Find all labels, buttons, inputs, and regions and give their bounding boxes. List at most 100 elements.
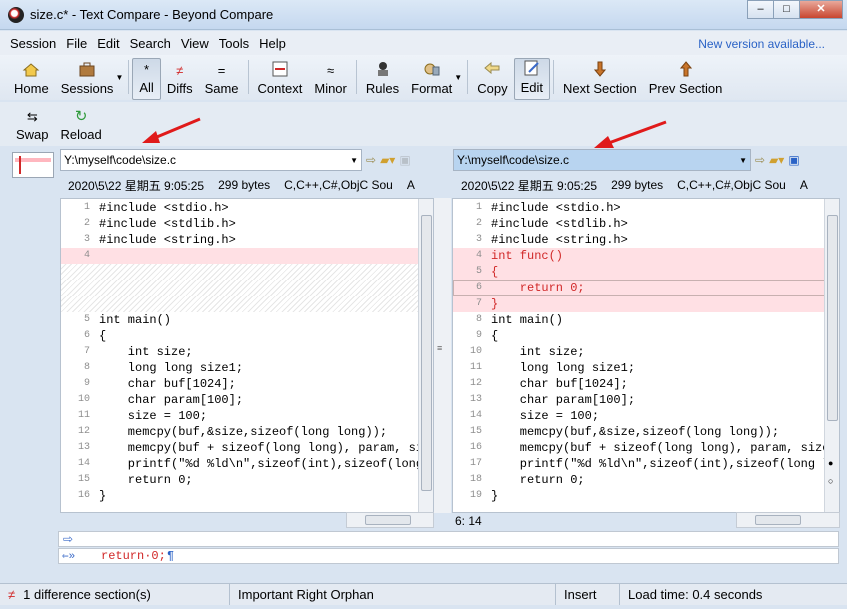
right-horizontal-scrollbar[interactable] [736, 512, 840, 528]
code-line: 1 #include <stdio.h> [83, 201, 229, 215]
code-line: 12 char buf[1024]; [469, 377, 628, 391]
code-line: 12 memcpy(buf,&size,sizeof(long long)); [77, 425, 388, 439]
scroll-thumb[interactable] [421, 215, 432, 491]
sessions-button[interactable]: Sessions [55, 58, 120, 100]
status-diff-text: 1 difference section(s) [23, 587, 151, 602]
right-vertical-scrollbar[interactable]: ● ○ [824, 199, 839, 512]
chevron-down-icon[interactable]: ▼ [115, 73, 123, 82]
same-button[interactable]: = Same [199, 58, 245, 100]
annotation-arrow [142, 117, 201, 143]
menu-bar: Session File Edit Search View Tools Help… [0, 31, 847, 55]
scroll-thumb[interactable] [827, 215, 838, 421]
code-line: 17 printf("%d %ld\n",sizeof(int),sizeof(… [469, 457, 830, 471]
right-code-pane[interactable]: 1 #include <stdio.h> 2 #include <stdlib.h>… [452, 198, 840, 513]
reload-button[interactable]: ↻ Reload [55, 104, 108, 146]
home-button[interactable]: Home [8, 58, 55, 100]
edit-label: Edit [520, 80, 543, 95]
all-button[interactable]: * All [132, 58, 161, 100]
menu-view[interactable]: View [181, 36, 209, 51]
browse-arrow-icon[interactable]: ⇨ [755, 153, 765, 167]
title-bar: size.c* - Text Compare - Beyond Compare … [0, 0, 847, 30]
folder-icon[interactable]: ▰▾ [380, 153, 395, 167]
left-path-text: Y:\myself\code\size.c [64, 153, 177, 167]
code-line: 9{ [475, 329, 499, 343]
code-line: 11 size = 100; [77, 409, 208, 423]
rules-button[interactable]: Rules [360, 58, 405, 100]
pilcrow-icon: ¶ [167, 549, 175, 563]
code-line: 19} [469, 489, 499, 503]
left-path-input[interactable]: Y:\myself\code\size.c ▼ [60, 149, 362, 171]
menu-help[interactable]: Help [259, 36, 286, 51]
toolbar-divider [247, 60, 249, 94]
nav-dot-icon[interactable]: ● [828, 459, 833, 469]
cursor-position: 6: 14 [455, 514, 482, 528]
browse-arrow-icon[interactable]: ⇨ [366, 153, 376, 167]
toolbar-divider [128, 60, 130, 94]
right-file-format: C,C++,C#,ObjC Sou [677, 178, 786, 192]
arrow-up-icon [679, 61, 692, 81]
next-section-label: Next Section [562, 81, 637, 96]
line-detail-top: ⇨ [58, 531, 839, 547]
prev-section-button[interactable]: Prev Section [643, 58, 729, 100]
left-code-pane[interactable]: 1 #include <stdio.h> 2 #include <stdlib.h>… [60, 198, 434, 513]
minor-button[interactable]: ≈ Minor [308, 58, 353, 100]
grip-icon[interactable]: ≡ [437, 343, 442, 353]
minimize-button[interactable]: – [747, 0, 774, 19]
left-horizontal-scrollbar[interactable] [346, 512, 434, 528]
format-icon [423, 61, 441, 81]
edit-button[interactable]: Edit [513, 58, 550, 100]
code-line: 18 return 0; [469, 473, 585, 487]
save-icon[interactable]: ▣ [399, 153, 410, 167]
secondary-toolbar: ⇆ Swap ↻ Reload [0, 102, 847, 146]
menu-search[interactable]: Search [130, 36, 171, 51]
copy-button[interactable]: Copy [471, 58, 513, 100]
window-controls: – □ ✕ [747, 0, 843, 19]
toolbar-divider [355, 60, 357, 94]
context-button[interactable]: Context [252, 58, 309, 100]
swap-button[interactable]: ⇆ Swap [10, 104, 55, 146]
nav-dot-icon[interactable]: ○ [828, 477, 833, 487]
code-line-diff: 5{ [475, 265, 499, 279]
code-line-diff: 4 int func() [475, 249, 564, 263]
scroll-thumb[interactable] [755, 515, 801, 525]
line-detail-prefix: ⇐» [62, 551, 76, 563]
reload-icon: ↻ [74, 108, 88, 125]
next-section-button[interactable]: Next Section [557, 58, 643, 100]
line-detail-text: return·0; [101, 549, 166, 563]
code-line: 16 memcpy(buf + sizeof(long long), param… [469, 441, 830, 455]
code-line-diff: 6 return 0; [475, 281, 585, 295]
menu-session[interactable]: Session [10, 36, 56, 51]
code-line: 14 printf("%d %ld\n",sizeof(int),sizeof(… [77, 457, 434, 471]
folder-icon[interactable]: ▰▾ [769, 153, 784, 167]
overview-thumbnail[interactable] [12, 152, 54, 178]
code-line: 10 int size; [469, 345, 585, 359]
menu-edit[interactable]: Edit [97, 36, 119, 51]
menu-tools[interactable]: Tools [219, 36, 249, 51]
copy-label: Copy [477, 81, 508, 96]
save-icon[interactable]: ▣ [788, 153, 799, 167]
right-path-input[interactable]: Y:\myself\code\size.c ▼ [453, 149, 751, 171]
prev-section-label: Prev Section [648, 81, 723, 96]
chevron-down-icon[interactable]: ▼ [739, 156, 747, 165]
asterisk-icon: * [144, 62, 150, 77]
code-line: 13 memcpy(buf + sizeof(long long), param… [77, 441, 434, 455]
equals-icon: = [217, 63, 226, 78]
sessions-label: Sessions [60, 81, 114, 96]
code-line: 2 #include <stdlib.h> [475, 217, 628, 231]
status-bar: ≠ 1 difference section(s) Important Righ… [0, 583, 847, 605]
status-orphan: Important Right Orphan [230, 584, 556, 605]
diffs-button[interactable]: ≠ Diffs [161, 58, 199, 100]
format-button[interactable]: Format [405, 58, 458, 100]
chevron-down-icon[interactable]: ▼ [350, 156, 358, 165]
left-vertical-scrollbar[interactable] [418, 199, 433, 512]
toolbar-divider [467, 60, 469, 94]
chevron-down-icon[interactable]: ▼ [454, 73, 462, 82]
home-icon [22, 61, 40, 81]
not-equal-icon: ≠ [176, 63, 184, 78]
new-version-link[interactable]: New version available... [698, 37, 825, 51]
scroll-thumb[interactable] [365, 515, 411, 525]
maximize-button[interactable]: □ [773, 0, 800, 19]
minor-label: Minor [314, 81, 347, 96]
close-button[interactable]: ✕ [799, 0, 843, 19]
menu-file[interactable]: File [66, 36, 87, 51]
